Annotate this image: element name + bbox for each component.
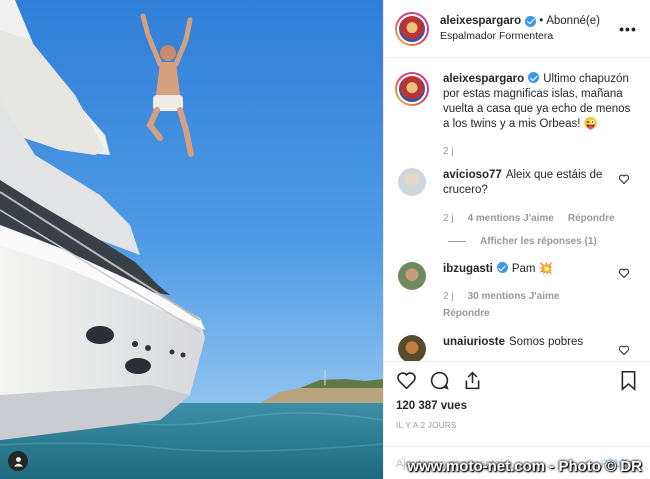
post-header: aleixespargaro • Abonné(e) Espalmador Fo… xyxy=(384,0,650,58)
commenter-avatar[interactable] xyxy=(398,262,426,290)
post-photo[interactable] xyxy=(0,0,383,479)
comment-time[interactable]: 2 j xyxy=(443,289,454,304)
commenter-avatar[interactable] xyxy=(398,335,426,361)
more-options-icon[interactable]: ••• xyxy=(618,21,638,37)
caption-avatar[interactable] xyxy=(395,72,429,106)
like-heart-icon[interactable] xyxy=(396,370,417,391)
like-comment-heart-icon[interactable] xyxy=(618,267,630,279)
comment-likes[interactable]: 4 mentions J'aime xyxy=(468,211,554,226)
post-location[interactable]: Espalmador Formentera xyxy=(440,29,618,44)
commenter-avatar[interactable] xyxy=(398,168,426,196)
comment-bubble-icon[interactable] xyxy=(429,370,450,391)
yacht-jump-image xyxy=(0,0,383,479)
post-side-panel: aleixespargaro • Abonné(e) Espalmador Fo… xyxy=(383,0,650,479)
caption-username[interactable]: aleixespargaro xyxy=(443,73,524,85)
like-comment-heart-icon[interactable] xyxy=(618,344,630,356)
tagged-user-icon[interactable] xyxy=(8,451,28,471)
reply-button[interactable]: Répondre xyxy=(443,306,490,321)
verified-badge-icon xyxy=(496,262,508,273)
comment-text: Somos pobres xyxy=(508,336,584,348)
author-avatar[interactable] xyxy=(395,11,429,46)
view-count[interactable]: 120 387 vues xyxy=(396,400,638,412)
comment-item: avicioso77 Aleix que estáis de crucero? 2… xyxy=(395,168,638,226)
comment-username[interactable]: avicioso77 xyxy=(443,169,502,181)
comment-item: unaiurioste Somos pobres xyxy=(395,335,638,361)
separator-dot: • xyxy=(539,14,544,27)
verified-badge-icon xyxy=(525,15,537,27)
post-timestamp[interactable]: IL Y A 2 JOURS xyxy=(396,421,638,430)
comment-text: Pam 💥 xyxy=(511,263,554,275)
share-icon[interactable] xyxy=(462,370,483,391)
comment-item: ibzugasti Pam 💥 2 j 30 mentions J'aime Ré… xyxy=(395,262,638,321)
like-comment-heart-icon[interactable] xyxy=(618,173,630,185)
follow-status[interactable]: Abonné(e) xyxy=(546,14,600,29)
comments-list: aleixespargaro Ultimo chapuzón por estas … xyxy=(384,59,650,361)
save-bookmark-icon[interactable] xyxy=(619,370,638,391)
comment-likes[interactable]: 30 mentions J'aime xyxy=(468,289,560,304)
watermark: www.moto-net.com - Photo © DR xyxy=(407,458,642,475)
reply-button[interactable]: Répondre xyxy=(568,211,615,226)
comment-username[interactable]: unaiurioste xyxy=(443,336,505,348)
caption-time[interactable]: 2 j xyxy=(443,144,454,159)
caption: aleixespargaro Ultimo chapuzón por estas … xyxy=(395,72,638,159)
view-replies-link[interactable]: Afficher les réponses (1) xyxy=(448,236,638,247)
verified-badge-icon xyxy=(528,72,540,83)
author-username[interactable]: aleixespargaro xyxy=(440,14,521,29)
comment-username[interactable]: ibzugasti xyxy=(443,263,493,275)
comment-time[interactable]: 2 j xyxy=(443,211,454,226)
instagram-post-modal: aleixespargaro • Abonné(e) Espalmador Fo… xyxy=(0,0,650,479)
